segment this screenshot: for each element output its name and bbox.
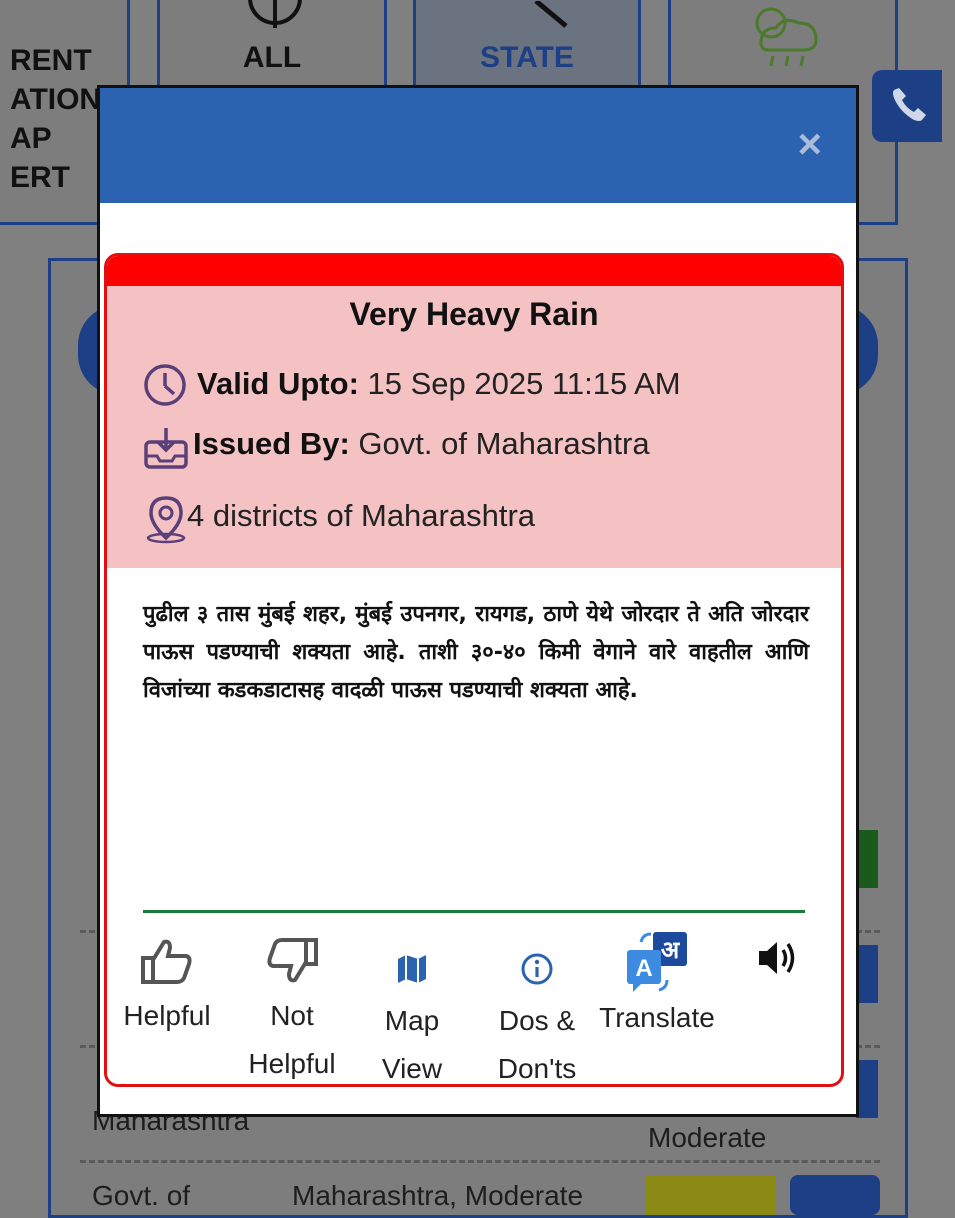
tile-label-line: AP [10,122,52,155]
thumbs-up-icon [141,939,192,984]
map-view-label-line1: Map [384,1005,440,1036]
search-icon [534,1,568,28]
close-button[interactable]: × [797,123,822,165]
not-helpful-label-line2: Helpful [248,1048,336,1079]
inbox-download-icon [144,428,188,469]
speaker-icon [759,942,795,974]
tile-label-all: ALL [242,41,302,74]
alert-title: Very Heavy Rain [349,296,599,332]
map-icon [398,955,426,983]
svg-text:A: A [635,955,652,982]
background-badge [856,830,878,888]
background-badge [856,1060,878,1118]
dos-label-line2: Don'ts [497,1053,577,1084]
background-badge [790,1175,880,1215]
location-text: 4 districts of Maharashtra [187,498,536,533]
valid-upto-label: Valid Upto: [197,366,359,401]
svg-text:अ: अ [661,936,681,964]
background-cell-text: Moderate [648,1122,767,1153]
alert-message: पुढील ३ तास मुंबई शहर, मुंबई उपनगर, रायग… [143,602,809,703]
background-badge [645,1175,775,1215]
thumbs-down-icon [267,938,318,983]
location-pin-icon [146,496,186,544]
info-icon [521,953,553,985]
issued-by-row: Issued By: Govt. of Maharashtra [193,426,650,462]
tile-label-line: RENT [10,44,92,77]
phone-icon [893,88,926,121]
valid-upto-value: 15 Sep 2025 11:15 AM [367,366,681,401]
modal-header: × [100,88,856,203]
row-divider [80,1160,880,1163]
alert-severity-bar [107,256,841,286]
rain-cloud-icon [755,7,818,67]
call-button[interactable] [872,70,942,142]
translate-label: Translate [599,1002,715,1033]
dos-label-line1: Dos & [498,1005,576,1036]
not-helpful-label-line1: Not [270,1000,314,1031]
map-view-button[interactable]: Map View [362,951,462,1084]
audio-button[interactable] [737,936,817,980]
valid-upto-row: Valid Upto: 15 Sep 2025 11:15 AM [197,366,681,402]
divider [143,910,805,913]
alert-card: Very Heavy Rain Valid Upto: 15 Sep 2025 … [104,253,844,1087]
issued-by-value: Govt. of Maharashtra [358,426,650,461]
clock-icon [144,364,186,406]
alert-modal: × Very Heavy Rain Valid Upto: 15 Sep 202… [97,85,859,1117]
not-helpful-button[interactable]: Not Helpful [237,936,347,1084]
translate-icon: अ A [627,932,687,992]
translate-button[interactable]: अ A Translate [592,928,722,1042]
background-badge [856,945,878,1003]
background-cell-text: Maharashtra, Moderate [292,1180,584,1211]
tile-label-line: ERT [10,161,70,194]
map-view-label-line2: View [381,1053,443,1084]
tile-label-line: ATION [10,83,102,116]
helpful-label: Helpful [123,1000,211,1031]
target-icon [248,0,302,28]
dos-and-donts-button[interactable]: Dos & Don'ts [477,951,597,1084]
tile-label-state: STATE [480,41,574,74]
issued-by-label: Issued By: [193,426,350,461]
background-cell-text: Govt. of [92,1180,191,1211]
helpful-button[interactable]: Helpful [117,936,217,1040]
